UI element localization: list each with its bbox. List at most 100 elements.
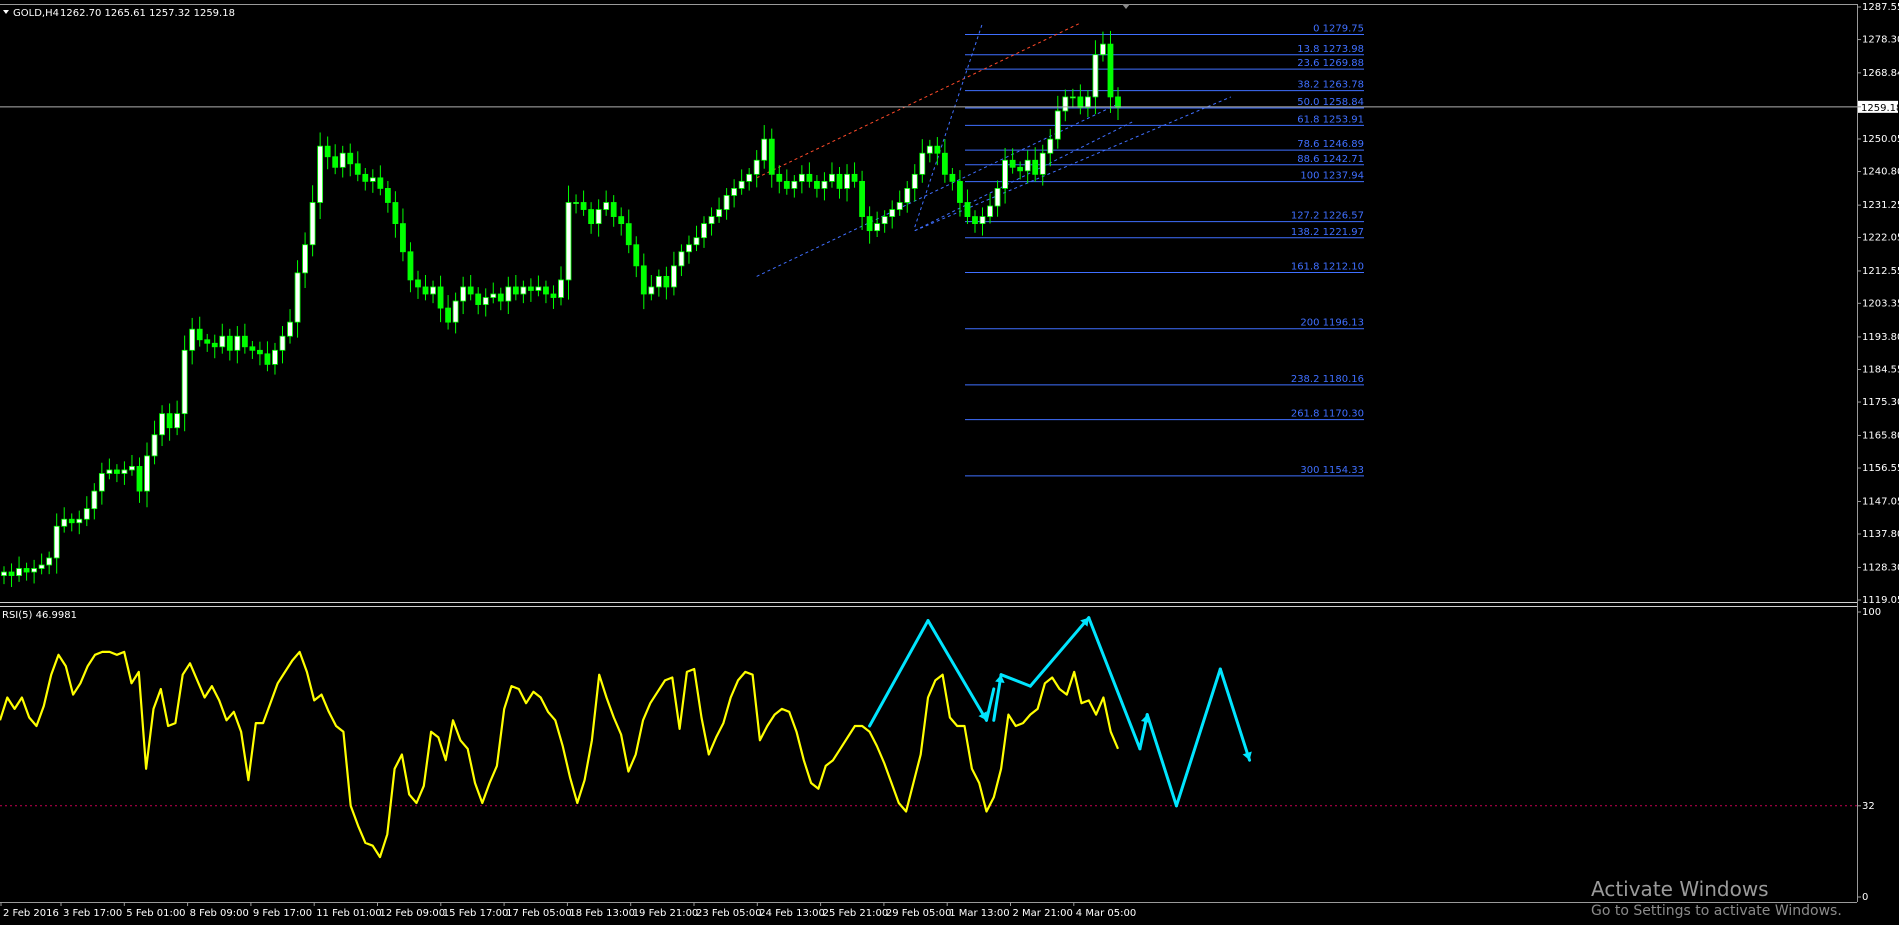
price-axis-label: 1193.80 bbox=[1862, 332, 1899, 343]
candle-body bbox=[994, 188, 1001, 207]
price-axis-label: 1203.35 bbox=[1862, 298, 1899, 309]
fib-level-label: 127.2 1226.57 bbox=[1291, 211, 1364, 222]
fib-level-label: 238.2 1180.16 bbox=[1291, 374, 1364, 385]
price-axis-label: 1128.30 bbox=[1862, 562, 1899, 573]
candle-body bbox=[437, 286, 444, 309]
time-axis-label: 29 Feb 05:00 bbox=[886, 908, 952, 919]
candle-body bbox=[475, 293, 482, 305]
candle-body bbox=[851, 173, 858, 182]
price-axis-label: 1119.05 bbox=[1862, 595, 1899, 606]
candle-body bbox=[106, 469, 113, 474]
candle-body bbox=[693, 237, 700, 246]
candle-body bbox=[1092, 54, 1099, 98]
candle-body bbox=[189, 328, 196, 351]
candle-body bbox=[91, 490, 98, 510]
candle-body bbox=[708, 216, 715, 225]
candle-body bbox=[1, 571, 7, 576]
time-axis-label: 19 Feb 21:00 bbox=[633, 908, 699, 919]
candle-body bbox=[68, 518, 75, 524]
candle-body bbox=[738, 180, 745, 189]
candle-body bbox=[497, 293, 504, 302]
candle-body bbox=[196, 328, 203, 341]
candle-body bbox=[264, 353, 271, 365]
price-axis-label: 1250.05 bbox=[1862, 134, 1899, 145]
candle-body bbox=[761, 138, 768, 161]
candle-body bbox=[904, 188, 911, 203]
candle-body bbox=[716, 209, 722, 217]
candle-body bbox=[573, 202, 579, 204]
candle-body bbox=[1115, 96, 1121, 108]
candle-body bbox=[610, 202, 617, 217]
rsi-header-label: RSI(5) 46.9981 bbox=[2, 610, 77, 621]
candle-body bbox=[1017, 166, 1024, 172]
candle-body bbox=[957, 180, 963, 203]
candle-body bbox=[407, 251, 414, 281]
candle-body bbox=[806, 173, 813, 182]
candle-body bbox=[640, 265, 647, 295]
candle-body bbox=[332, 156, 339, 168]
candle-body bbox=[753, 159, 760, 175]
candle-body bbox=[1032, 159, 1039, 175]
candle-body bbox=[430, 286, 436, 295]
candle-body bbox=[23, 568, 30, 573]
candle-body bbox=[415, 279, 421, 288]
candle-body bbox=[844, 173, 850, 189]
candle-body bbox=[467, 286, 474, 295]
candle-body bbox=[671, 265, 677, 288]
candle-body bbox=[520, 286, 527, 295]
candle-body bbox=[588, 209, 595, 225]
candle-body bbox=[565, 202, 572, 281]
fib-level-label: 161.8 1212.10 bbox=[1291, 262, 1364, 273]
candle-body bbox=[272, 349, 278, 365]
candle-body bbox=[1107, 43, 1114, 98]
candle-body bbox=[241, 335, 248, 348]
ohlc-label: 1262.70 1265.61 1257.32 1259.18 bbox=[60, 8, 235, 19]
candle-body bbox=[595, 209, 602, 225]
candle-body bbox=[377, 177, 384, 189]
candle-body bbox=[1002, 159, 1008, 189]
fib-level-label: 78.6 1246.89 bbox=[1297, 139, 1364, 150]
time-axis-label: 17 Feb 05:00 bbox=[506, 908, 572, 919]
candle-body bbox=[618, 216, 625, 225]
candle-body bbox=[400, 223, 406, 253]
price-axis-label: 1165.80 bbox=[1862, 430, 1899, 441]
time-axis-label: 18 Feb 13:00 bbox=[569, 908, 635, 919]
candle-body bbox=[61, 518, 68, 527]
candle-body bbox=[949, 173, 956, 182]
price-axis-label: 1137.80 bbox=[1862, 529, 1899, 540]
candle-body bbox=[324, 145, 331, 158]
candle-body bbox=[1047, 138, 1054, 154]
candle-body bbox=[211, 342, 218, 348]
fib-level-label: 261.8 1170.30 bbox=[1291, 409, 1364, 420]
candle-body bbox=[369, 177, 376, 182]
time-axis-label: 8 Feb 09:00 bbox=[190, 908, 249, 919]
candle-body bbox=[783, 180, 790, 189]
candle-body bbox=[294, 272, 301, 323]
candle-body bbox=[490, 293, 497, 298]
time-axis-label: 2 Mar 21:00 bbox=[1013, 908, 1073, 919]
candle-body bbox=[226, 335, 233, 351]
price-axis-label: 1268.84 bbox=[1862, 68, 1899, 79]
candle-body bbox=[686, 244, 692, 253]
candle-body bbox=[701, 223, 707, 239]
candle-body bbox=[422, 286, 429, 295]
candle-body bbox=[38, 564, 45, 569]
candle-body bbox=[445, 307, 451, 323]
candle-body bbox=[926, 145, 933, 154]
candle-body bbox=[866, 216, 873, 232]
candle-body bbox=[911, 173, 918, 189]
candle-body bbox=[798, 173, 805, 182]
candle-body bbox=[249, 346, 256, 351]
candle-body bbox=[896, 202, 903, 210]
price-axis-label: 1184.55 bbox=[1862, 364, 1899, 375]
chart-canvas[interactable]: 0 1279.75 13.8 1273.98 23.6 1269.88 38.2 12… bbox=[0, 0, 1899, 925]
candle-body bbox=[829, 173, 835, 182]
candle-body bbox=[76, 518, 83, 524]
candle-body bbox=[768, 138, 775, 175]
candle-body bbox=[482, 297, 489, 305]
candle-body bbox=[309, 202, 316, 246]
time-axis-label: 5 Feb 01:00 bbox=[126, 908, 185, 919]
candle-body bbox=[746, 173, 753, 182]
price-axis-label: 1287.55 bbox=[1862, 2, 1899, 13]
candle-body bbox=[347, 152, 354, 165]
